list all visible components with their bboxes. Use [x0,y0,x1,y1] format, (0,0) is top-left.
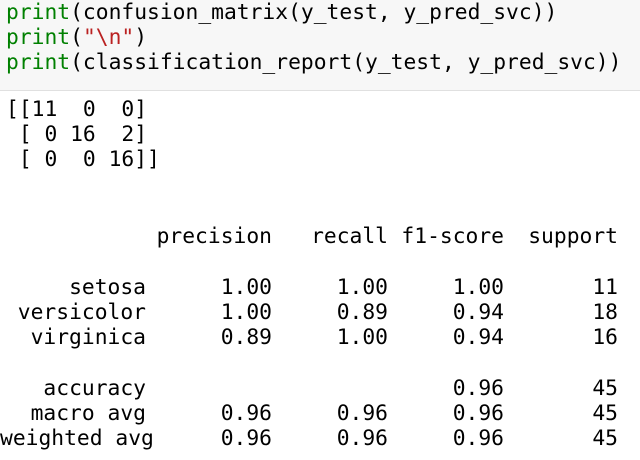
code-line-2-close: ) [134,25,148,50]
cell-f1: 0.94 [452,300,504,325]
header-recall: recall [311,224,388,249]
row-label-virginica: virginica [30,325,146,350]
header-f1-score: f1-score [401,224,504,249]
cell-recall: 0.96 [336,426,388,451]
cell-recall: 1.00 [336,275,388,300]
confusion-matrix-row: [[11 0 0] [6,97,148,122]
newline-string: "\n" [82,25,135,50]
cell-f1: 0.94 [452,325,504,350]
cell-support: 16 [592,325,618,350]
cell-recall: 0.96 [336,401,388,426]
code-line-3: print(classification_report(y_test, y_pr… [6,50,621,75]
print-keyword: print [6,50,71,75]
confusion-matrix-row: [ 0 16 2] [6,122,148,147]
row-label-versicolor: versicolor [17,300,146,325]
code-line-1-args: (confusion_matrix(y_test, y_pred_svc)) [70,0,558,25]
row-label-setosa: setosa [69,275,146,300]
header-precision: precision [156,224,272,249]
code-line-2-open: ( [70,25,83,50]
cell-recall: 0.89 [336,300,388,325]
cell-f1: 0.96 [452,401,504,426]
print-keyword: print [6,0,71,25]
cell-precision: 0.96 [220,401,272,426]
code-line-1: print(confusion_matrix(y_test, y_pred_sv… [6,0,557,25]
cell-precision: 1.00 [220,300,272,325]
row-label-accuracy: accuracy [43,376,146,401]
cell-f1: 0.96 [452,376,504,401]
cell-recall: 1.00 [336,325,388,350]
header-support: support [528,224,618,249]
cell-support: 45 [592,376,618,401]
cell-f1: 1.00 [452,275,504,300]
cell-precision: 0.96 [220,426,272,451]
row-label-weighted-avg: weighted avg [0,426,154,451]
cell-precision: 1.00 [220,275,272,300]
code-line-3-args: (classification_report(y_test, y_pred_sv… [70,50,622,75]
code-line-2: print("\n") [6,25,147,50]
cell-precision: 0.89 [220,325,272,350]
code-cell[interactable]: print(confusion_matrix(y_test, y_pred_sv… [0,0,640,91]
print-keyword: print [6,25,71,50]
confusion-matrix-row: [ 0 0 16]] [6,147,160,172]
cell-support: 11 [592,275,618,300]
cell-support: 45 [592,426,618,451]
cell-support: 18 [592,300,618,325]
cell-f1: 0.96 [452,426,504,451]
row-label-macro-avg: macro avg [30,401,146,426]
cell-support: 45 [592,401,618,426]
